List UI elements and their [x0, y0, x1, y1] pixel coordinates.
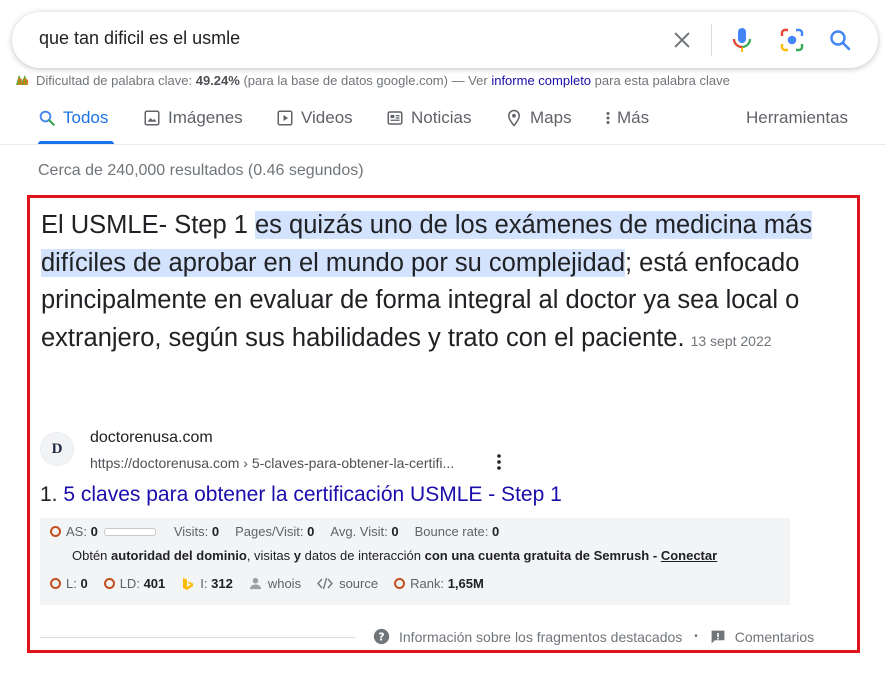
semrush-promo: Obtén autoridad del dominio, visitas y d…: [72, 548, 718, 563]
semrush-links-row: L: 0 LD: 401 I: 312 whois source Rank: 1…: [50, 576, 500, 591]
keyword-difficulty: 50 Dificultad de palabra clave: 49.24% (…: [14, 73, 730, 88]
ld-icon: [103, 578, 115, 589]
search-icon[interactable]: [826, 26, 854, 54]
image-icon: [144, 110, 160, 126]
snippet-date: 13 sept 2022: [690, 332, 772, 349]
search-divider: [711, 24, 712, 56]
active-tab-indicator: [38, 141, 114, 144]
microphone-icon[interactable]: [728, 26, 756, 54]
search-tabs: Todos Imágenes Videos Noticias Maps Más …: [0, 100, 886, 145]
l-icon: [50, 578, 61, 589]
bing-icon: [183, 577, 194, 590]
semrush-metrics-row: AS: 0 Visits: 0 Pages/Visit: 0 Avg. Visi…: [50, 524, 515, 539]
snippet-text: El USMLE- Step 1 es quizás uno de los ex…: [41, 211, 813, 352]
code-icon: [317, 577, 334, 590]
featured-snippet: El USMLE- Step 1 es quizás uno de los ex…: [27, 195, 860, 653]
tab-mas[interactable]: Más: [603, 108, 649, 128]
semrush-panel: AS: 0 Visits: 0 Pages/Visit: 0 Avg. Visi…: [40, 518, 790, 605]
tab-videos[interactable]: Videos: [276, 108, 353, 128]
full-report-link[interactable]: informe completo: [491, 73, 591, 88]
camera-lens-icon[interactable]: [778, 26, 806, 54]
clear-icon[interactable]: [668, 26, 696, 54]
featured-snippets-info-link[interactable]: Información sobre los fragmentos destaca…: [399, 629, 682, 645]
tab-todos[interactable]: Todos: [38, 108, 108, 128]
kd-suffix: (para la base de datos google.com) — Ver: [243, 73, 488, 88]
kd-tail: para esta palabra clave: [594, 73, 730, 88]
more-options-icon[interactable]: [496, 453, 502, 471]
search-input[interactable]: que tan dificil es el usmle: [39, 28, 240, 49]
kd-label: Dificultad de palabra clave:: [36, 73, 193, 88]
svg-text:50: 50: [17, 78, 29, 87]
footer-divider: [40, 637, 355, 638]
tab-noticias[interactable]: Noticias: [386, 108, 471, 128]
snippet-footer: ? Información sobre los fragmentos desta…: [373, 628, 814, 645]
as-progress-bar: [103, 527, 156, 536]
user-icon: [249, 577, 261, 590]
site-url[interactable]: https://doctorenusa.com › 5-claves-para-…: [90, 455, 454, 471]
more-icon: [606, 112, 610, 124]
comments-link[interactable]: Comentarios: [735, 629, 814, 645]
rank-icon: [394, 578, 406, 589]
play-icon: [277, 110, 293, 126]
search-icon: [39, 110, 55, 126]
result-stats: Cerca de 240,000 resultados (0.46 segund…: [38, 162, 364, 179]
feedback-icon: [710, 629, 726, 645]
site-favicon[interactable]: D: [40, 432, 74, 466]
svg-text:?: ?: [378, 631, 384, 644]
semrush-badge-icon: 50: [14, 73, 32, 87]
tools-button[interactable]: Herramientas: [746, 108, 848, 128]
help-icon: ?: [373, 628, 390, 645]
kd-value: 49.24%: [195, 73, 240, 88]
connect-link[interactable]: Conectar: [661, 548, 717, 563]
news-icon: [387, 111, 403, 125]
site-name[interactable]: doctorenusa.com: [90, 429, 213, 447]
result-title-link[interactable]: 1. 5 claves para obtener la certificació…: [40, 483, 562, 507]
search-bar[interactable]: que tan dificil es el usmle: [12, 12, 878, 68]
tab-imagenes[interactable]: Imágenes: [143, 108, 243, 128]
tab-maps[interactable]: Maps: [505, 108, 572, 128]
pin-icon: [507, 109, 521, 127]
as-icon: [50, 526, 61, 537]
